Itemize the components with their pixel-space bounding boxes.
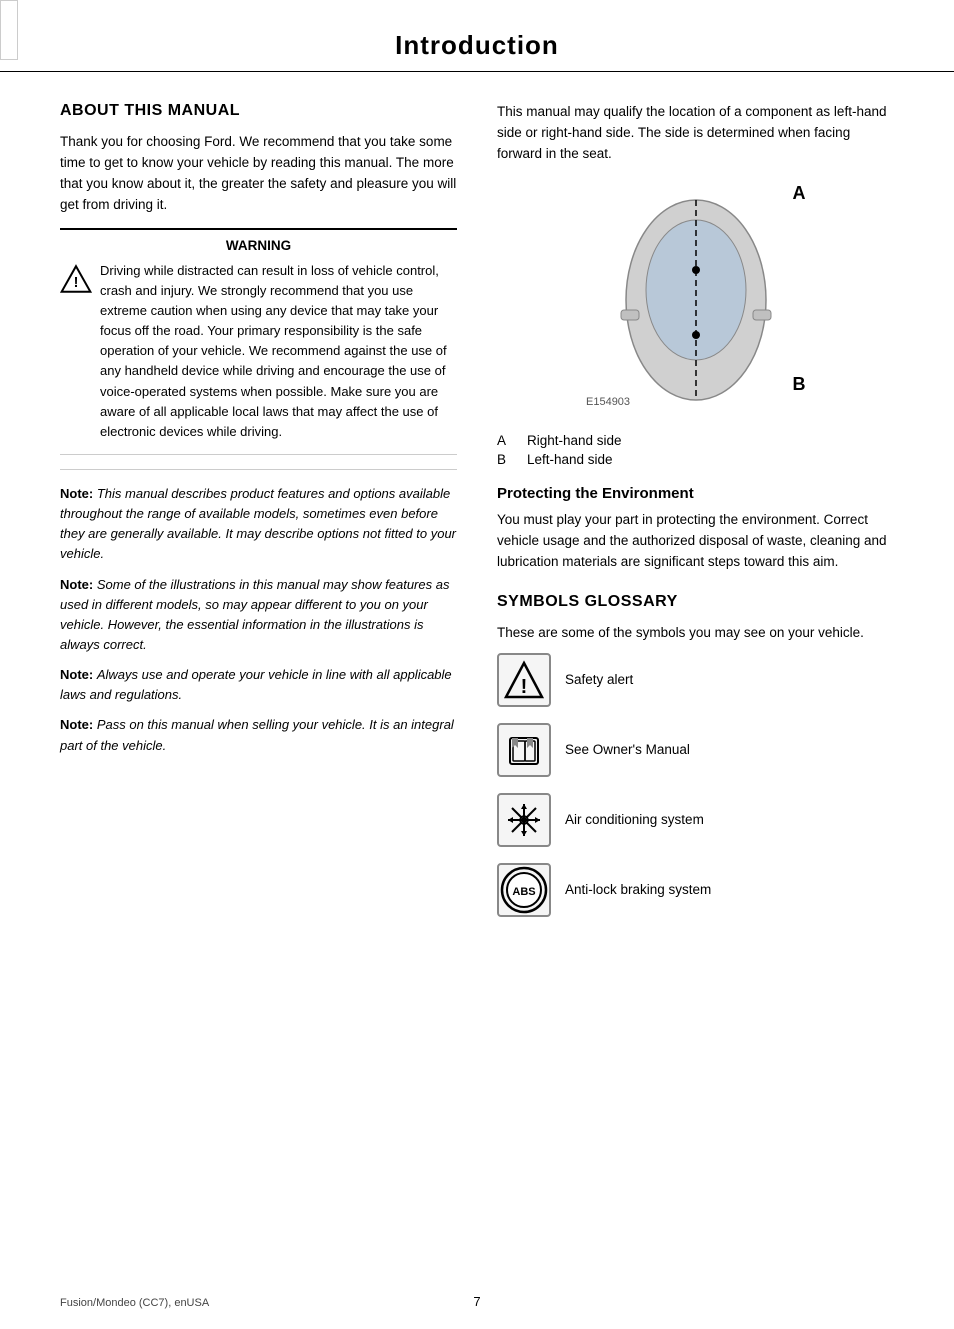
page-header: Introduction: [0, 0, 954, 72]
legend-row-a: A Right-hand side: [497, 433, 894, 448]
warning-title: WARNING: [60, 238, 457, 253]
symbols-section: SYMBOLS GLOSSARY These are some of the s…: [497, 593, 894, 918]
abs-icon: ABS: [497, 863, 551, 917]
air-conditioning-icon: [497, 793, 551, 847]
note-4-label: Note:: [60, 717, 93, 732]
page: Introduction ABOUT THIS MANUAL Thank you…: [0, 0, 954, 1329]
right-column: This manual may qualify the location of …: [497, 102, 894, 933]
owners-manual-icon: [497, 723, 551, 777]
note-4: Note: Pass on this manual when selling y…: [60, 715, 457, 755]
warning-triangle-icon: !: [60, 263, 92, 298]
owners-manual-label: See Owner's Manual: [565, 741, 690, 760]
about-section-heading: ABOUT THIS MANUAL: [60, 102, 457, 120]
about-intro: Thank you for choosing Ford. We recommen…: [60, 132, 457, 216]
right-intro-text: This manual may qualify the location of …: [497, 102, 894, 165]
note-2-text: Some of the illustrations in this manual…: [60, 577, 449, 652]
svg-text:!: !: [74, 275, 79, 291]
divider-1: [60, 469, 457, 470]
warning-text: Driving while distracted can result in l…: [100, 261, 457, 442]
left-tab: [0, 0, 18, 60]
safety-alert-icon: !: [497, 653, 551, 707]
legend-letter-b: B: [497, 452, 527, 467]
legend-desc-a: Right-hand side: [527, 433, 622, 448]
note-3-text: Always use and operate your vehicle in l…: [60, 667, 452, 702]
note-2-label: Note:: [60, 577, 93, 592]
symbol-row-safety: ! Safety alert: [497, 653, 894, 707]
main-content: ABOUT THIS MANUAL Thank you for choosing…: [0, 102, 954, 933]
legend-letter-a: A: [497, 433, 527, 448]
symbols-intro: These are some of the symbols you may se…: [497, 623, 894, 644]
abs-label: Anti-lock braking system: [565, 881, 711, 900]
note-3-label: Note:: [60, 667, 93, 682]
warning-box: WARNING ! Driving while distracted can r…: [60, 228, 457, 455]
diagram-area: A B: [497, 175, 894, 467]
diagram-label-b: B: [793, 374, 806, 395]
note-1: Note: This manual describes product feat…: [60, 484, 457, 565]
note-3: Note: Always use and operate your vehicl…: [60, 665, 457, 705]
warning-content: ! Driving while distracted can result in…: [60, 261, 457, 442]
protecting-text: You must play your part in protecting th…: [497, 510, 894, 573]
svg-text:ABS: ABS: [512, 886, 535, 898]
symbol-row-manual: See Owner's Manual: [497, 723, 894, 777]
ab-legend: A Right-hand side B Left-hand side: [497, 433, 894, 467]
note-2: Note: Some of the illustrations in this …: [60, 575, 457, 656]
symbols-heading: SYMBOLS GLOSSARY: [497, 593, 894, 611]
legend-row-b: B Left-hand side: [497, 452, 894, 467]
footer-model: Fusion/Mondeo (CC7), enUSA: [60, 1297, 209, 1309]
diagram-label-a: A: [793, 183, 806, 204]
diagram-container: A B: [556, 175, 836, 425]
note-1-label: Note:: [60, 486, 93, 501]
note-1-text: This manual describes product features a…: [60, 486, 456, 561]
protecting-heading: Protecting the Environment: [497, 485, 894, 502]
symbol-row-abs: ABS Anti-lock braking system: [497, 863, 894, 917]
svg-text:!: !: [521, 676, 528, 698]
symbol-row-ac: Air conditioning system: [497, 793, 894, 847]
svg-text:E154903: E154903: [586, 396, 630, 408]
air-conditioning-label: Air conditioning system: [565, 811, 704, 830]
safety-alert-label: Safety alert: [565, 671, 633, 690]
left-column: ABOUT THIS MANUAL Thank you for choosing…: [60, 102, 457, 933]
page-title: Introduction: [60, 30, 894, 61]
note-4-text: Pass on this manual when selling your ve…: [60, 717, 454, 752]
legend-desc-b: Left-hand side: [527, 452, 613, 467]
